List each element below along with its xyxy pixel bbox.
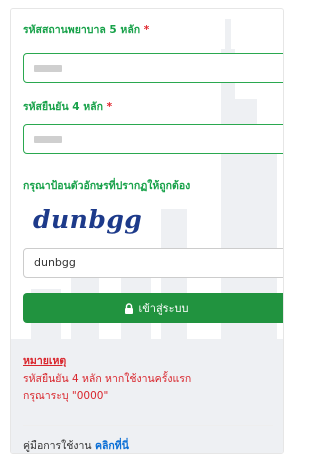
- manual-row: คู่มือการใช้งาน คลิกที่นี่: [23, 437, 129, 453]
- note-line-1: รหัสยืนยัน 4 หลัก หากใช้งานครั้งแรก: [23, 373, 192, 385]
- login-panel: รหัสสถานพยาบาล 5 หลัก * รหัสยืนยัน 4 หลั…: [10, 8, 284, 454]
- captcha-instruction: กรุณาป้อนตัวอักษรที่ปรากฏให้ถูกต้อง: [23, 180, 191, 192]
- hospital-code-label: รหัสสถานพยาบาล 5 หลัก *: [23, 24, 150, 36]
- divider: [23, 425, 273, 426]
- manual-link[interactable]: คลิกที่นี่: [95, 440, 129, 452]
- confirm-code-input[interactable]: [23, 124, 283, 154]
- required-mark: *: [143, 24, 150, 36]
- login-button[interactable]: เข้าสู่ระบบ: [23, 293, 283, 323]
- note-line-2: กรุณาระบุ "0000": [23, 390, 109, 402]
- confirm-code-label: รหัสยืนยัน 4 หลัก *: [23, 101, 113, 113]
- masked-value: [34, 135, 62, 143]
- required-mark: *: [106, 101, 113, 113]
- note-title: หมายเหตุ: [23, 355, 67, 367]
- login-button-label: เข้าสู่ระบบ: [138, 302, 189, 315]
- hospital-code-input[interactable]: [23, 53, 283, 83]
- manual-text: คู่มือการใช้งาน: [23, 440, 92, 452]
- captcha-image: dunbgg: [33, 205, 143, 234]
- masked-value: [34, 64, 62, 72]
- captcha-input[interactable]: dunbgg: [23, 248, 283, 278]
- lock-icon: [124, 302, 133, 314]
